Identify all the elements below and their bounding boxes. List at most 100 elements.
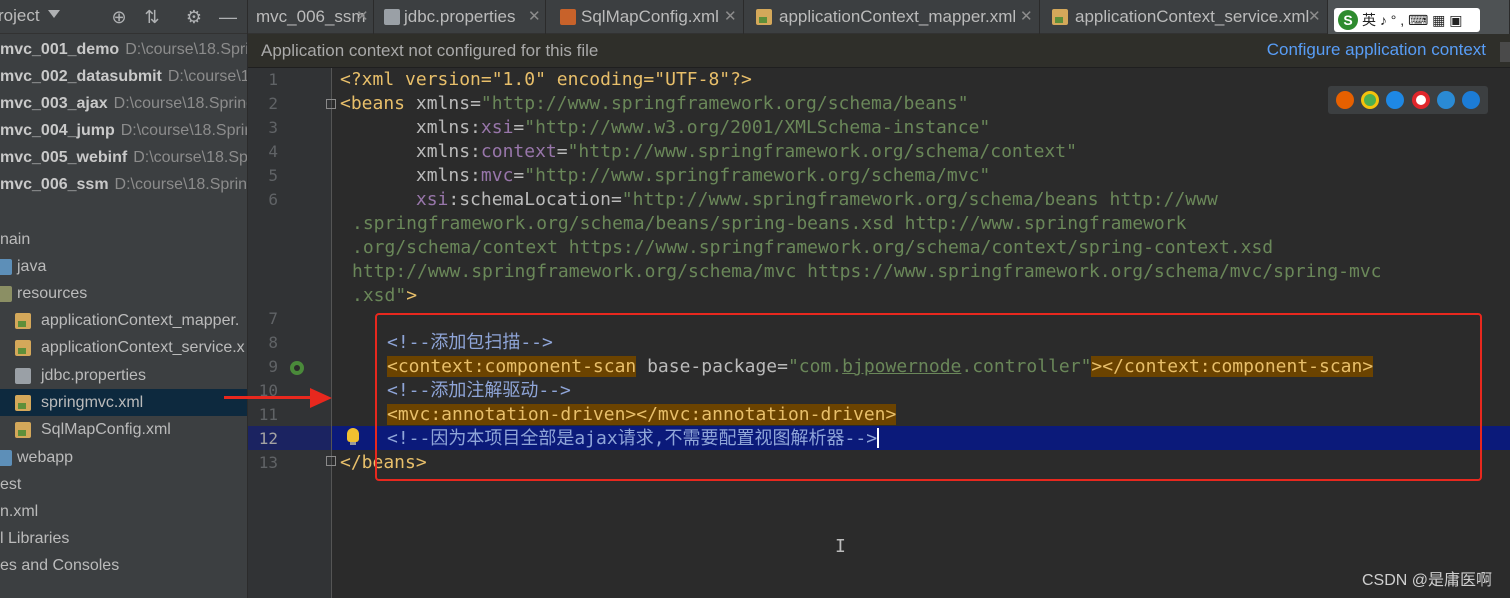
input-method-toolbar[interactable]: S 英 ♪ ° , ⌨ ▦ ▣: [1334, 8, 1480, 32]
code-line-6-wrap-3: http://www.springframework.org/schema/mv…: [352, 260, 1382, 284]
tree-item-resources[interactable]: resources: [0, 280, 247, 307]
close-icon[interactable]: ✕: [1020, 0, 1033, 34]
crosshair-icon[interactable]: ⊕: [109, 7, 129, 27]
edge-icon[interactable]: [1462, 91, 1481, 109]
chevron-down-icon[interactable]: [48, 10, 60, 18]
tree-item-label: l Libraries: [0, 530, 70, 547]
mouse-text-cursor: I: [835, 536, 846, 557]
project-item-name: mvc_005_webinf: [0, 149, 128, 166]
notification-text: Application context not configured for t…: [261, 41, 599, 60]
scrollbar-marker: [1500, 42, 1510, 62]
close-icon[interactable]: ✕: [1308, 0, 1321, 34]
ie-icon[interactable]: [1436, 91, 1455, 109]
attr-value: .springframework.org/schema/beans/spring…: [352, 213, 1187, 234]
code-editor[interactable]: 1 2 3 4 5 6 7 8 9 10 11 12 13 <?xml vers…: [248, 68, 1510, 598]
line-number: 7: [268, 309, 278, 328]
line-number: 5: [268, 166, 278, 185]
minimize-icon[interactable]: —: [218, 7, 238, 27]
line-number: 1: [268, 70, 278, 89]
attr-value: "http://www.springframework.org/schema/b…: [480, 93, 969, 114]
ime-logo-icon: S: [1338, 10, 1358, 30]
project-view-title[interactable]: roject: [0, 6, 40, 26]
attr-namespace: xmlns:: [415, 117, 481, 138]
tree-item-webapp[interactable]: webapp: [0, 444, 247, 471]
project-item-name: mvc_004_jump: [0, 122, 115, 139]
code-line-6-wrap-1: .springframework.org/schema/beans/spring…: [352, 212, 1186, 236]
project-item-mvc-005-webinf[interactable]: mvc_005_webinf D:\course\18.Spr: [0, 144, 248, 171]
firefox-icon[interactable]: [1335, 91, 1354, 109]
tree-item-java[interactable]: java: [0, 253, 247, 280]
project-item-mvc-006-ssm[interactable]: mvc_006_ssm D:\course\18.Spring: [0, 171, 248, 198]
tree-item-main[interactable]: nain: [0, 226, 247, 253]
line-number: 4: [268, 142, 278, 161]
tab-jdbc-properties[interactable]: jdbc.properties ✕: [374, 0, 546, 34]
project-item-mvc-001-demo[interactable]: mvc_001_demo D:\course\18.Spri: [0, 36, 247, 63]
close-icon[interactable]: ✕: [724, 0, 737, 34]
project-sidebar: roject ⊕ ⇅ ⚙ — mvc_001_demo D:\course\18.…: [0, 0, 248, 598]
tree-item-external-libraries[interactable]: l Libraries: [0, 525, 247, 552]
attr-value: "http://www.springframework.org/schema/b…: [621, 189, 1218, 210]
tree-item-label: java: [17, 258, 47, 275]
tree-item-sqlmapconfig[interactable]: SqlMapConfig.xml: [0, 416, 247, 443]
tree-item-label: SqlMapConfig.xml: [41, 421, 171, 438]
attr-name: :schemaLocation: [448, 189, 611, 210]
tab-mvc-006-ssm[interactable]: mvc_006_ssm ✕: [248, 0, 374, 34]
annotation-arrow: [224, 396, 314, 399]
spring-bean-icon[interactable]: [290, 361, 304, 375]
tab-label: SqlMapConfig.xml: [581, 7, 719, 26]
code-line-3: xmlns:xsi="http://www.w3.org/2001/XMLSch…: [415, 117, 991, 138]
tree-item-pom[interactable]: n.xml: [0, 498, 247, 525]
project-item-name: mvc_003_ajax: [0, 95, 108, 112]
attr-namespace: xmlns:: [415, 165, 481, 186]
annotation-highlight-box: [375, 313, 1482, 481]
tree-item-springmvc-xml[interactable]: springmvc.xml: [0, 389, 247, 416]
tree-item-label: resources: [17, 285, 88, 302]
tab-label: applicationContext_service.xml: [1075, 7, 1310, 26]
close-icon[interactable]: ✕: [356, 0, 369, 34]
tree-item-applicationcontext-mapper[interactable]: applicationContext_mapper.: [0, 307, 247, 334]
tab-applicationcontext-mapper[interactable]: applicationContext_mapper.xml ✕: [744, 0, 1040, 34]
tree-item-label: jdbc.properties: [41, 367, 146, 384]
watermark: CSDN @是庸医啊: [1361, 572, 1492, 589]
chrome-icon[interactable]: [1360, 91, 1379, 109]
attr-value: "http://www.w3.org/2001/XMLSchema-instan…: [524, 117, 991, 138]
project-item-path: D:\course\18.Spring: [113, 95, 248, 112]
tree-item-label: springmvc.xml: [41, 394, 144, 411]
ime-status-text: 英 ♪ ° , ⌨ ▦ ▣: [1362, 12, 1463, 28]
configure-context-link[interactable]: Configure application context: [1267, 40, 1486, 60]
project-item-name: mvc_002_datasubmit: [0, 68, 162, 85]
project-item-mvc-003-ajax[interactable]: mvc_003_ajax D:\course\18.Spring: [0, 90, 248, 117]
project-item-path: D:\course\18.Sprir: [120, 122, 248, 139]
fold-marker-icon[interactable]: [326, 99, 336, 109]
attr-value: "http://www.springframework.org/schema/c…: [567, 141, 1077, 162]
tag-close: >: [406, 285, 418, 306]
tree-item-applicationcontext-service[interactable]: applicationContext_service.x: [0, 334, 247, 361]
project-item-mvc-002-datasubmit[interactable]: mvc_002_datasubmit D:\course\1: [0, 63, 247, 90]
lightbulb-icon[interactable]: [347, 428, 359, 445]
line-number-current: 12: [258, 429, 278, 448]
xml-file-icon: [15, 395, 31, 411]
project-item-mvc-004-jump[interactable]: mvc_004_jump D:\course\18.Sprir: [0, 117, 248, 144]
tab-applicationcontext-service[interactable]: applicationContext_service.xml ✕: [1040, 0, 1328, 34]
tree-item-test[interactable]: est: [0, 471, 247, 498]
project-item-path: D:\course\18.Spr: [133, 149, 248, 166]
tree-item-label: applicationContext_service.x: [41, 339, 245, 356]
attr-value: "http://www.springframework.org/schema/m…: [524, 165, 991, 186]
tree-item-label: n.xml: [0, 503, 39, 520]
collapse-all-icon[interactable]: ⇅: [142, 7, 162, 27]
project-item-name: mvc_006_ssm: [0, 176, 109, 193]
tree-item-label: es and Consoles: [0, 557, 120, 574]
fold-marker-icon[interactable]: [326, 456, 336, 466]
xml-file-icon: [15, 422, 31, 438]
tab-sqlmapconfig[interactable]: SqlMapConfig.xml ✕: [546, 0, 744, 34]
xml-declaration: <?xml version="1.0" encoding="UTF-8"?>: [340, 69, 752, 90]
project-item-name: mvc_001_demo: [0, 41, 120, 58]
project-item-path: D:\course\18.Spring: [114, 176, 248, 193]
gear-icon[interactable]: ⚙: [184, 7, 204, 27]
tree-item-jdbc-properties[interactable]: jdbc.properties: [0, 362, 247, 389]
tree-item-scratches[interactable]: es and Consoles: [0, 552, 247, 579]
beans-open-tag: <beans: [340, 93, 406, 114]
close-icon[interactable]: ✕: [528, 0, 541, 34]
opera-icon[interactable]: [1411, 91, 1430, 109]
safari-icon[interactable]: [1386, 91, 1405, 109]
